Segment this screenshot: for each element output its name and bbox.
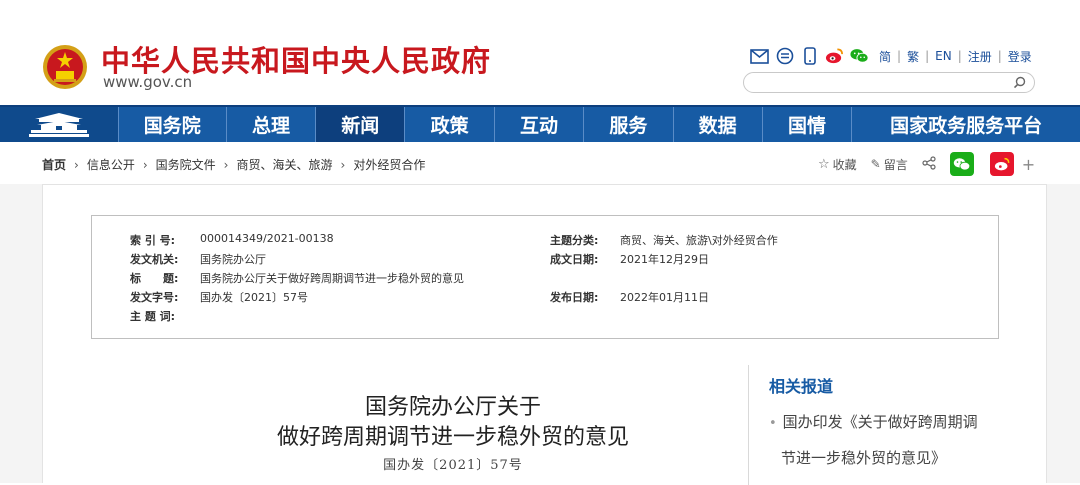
star-icon: ☆ (818, 156, 830, 172)
national-emblem-icon[interactable] (42, 44, 88, 90)
comment-button[interactable]: ✎ 留言 (871, 156, 908, 173)
meta-doc-no-row: 发文字号: 国办发〔2021〕57号 (130, 289, 308, 305)
meta-topic-label: 主题分类: (550, 234, 599, 247)
header-tools: 简 | 繁 | EN | 注册 | 登录 (750, 46, 1032, 66)
search-input[interactable] (743, 72, 1035, 93)
meta-date-written-value: 2021年12月29日 (620, 253, 709, 266)
meta-index-row: 索 引 号: 000014349/2021-00138 (130, 232, 334, 248)
document-metadata-table: 索 引 号: 000014349/2021-00138 主题分类: 商贸、海关、… (91, 215, 999, 339)
mobile-icon[interactable] (800, 47, 819, 66)
document-title: 国务院办公厅关于 做好跨周期调节进一步稳外贸的意见 (203, 393, 703, 453)
language-links: 简 | 繁 | EN | 注册 | 登录 (879, 48, 1032, 65)
link-traditional[interactable]: 繁 (907, 48, 919, 65)
meta-keywords-row: 主 题 词: (130, 308, 200, 324)
link-login[interactable]: 登录 (1008, 48, 1032, 65)
meta-topic-value: 商贸、海关、旅游\对外经贸合作 (620, 234, 778, 247)
article-content: 索 引 号: 000014349/2021-00138 主题分类: 商贸、海关、… (42, 184, 1047, 485)
breadcrumb-trade-customs-tourism[interactable]: 商贸、海关、旅游 (236, 156, 332, 173)
meta-title-row: 标 题: 国务院办公厅关于做好跨周期调节进一步稳外贸的意见 (130, 270, 464, 286)
wechat-share-icon[interactable] (949, 152, 974, 176)
nav-item-services[interactable]: 服务 (583, 107, 672, 142)
meta-issuer-label: 发文机关: (130, 253, 179, 266)
chevron-right-icon: › (74, 157, 79, 172)
breadcrumb-foreign-trade[interactable]: 对外经贸合作 (353, 156, 425, 173)
meta-issuer-value: 国务院办公厅 (200, 253, 266, 266)
nav-item-national-info[interactable]: 国情 (761, 107, 851, 142)
related-reports-title: 相关报道 (769, 377, 834, 396)
meta-doc-no-label: 发文字号: (130, 291, 179, 304)
breadcrumb-state-council-docs[interactable]: 国务院文件 (156, 156, 216, 173)
meta-date-written-label: 成文日期: (550, 253, 599, 266)
nav-item-gov-service-platform[interactable]: 国家政务服务平台 (851, 107, 1080, 142)
breadcrumb-info-disclosure[interactable]: 信息公开 (87, 156, 135, 173)
chevron-right-icon: › (223, 157, 229, 172)
meta-date-written-row: 成文日期: 2021年12月29日 (550, 251, 709, 267)
meta-pub-date-value: 2022年01月11日 (620, 291, 709, 304)
nav-item-state-council[interactable]: 国务院 (117, 107, 226, 142)
meta-doc-no-value: 国办发〔2021〕57号 (200, 291, 308, 304)
wechat-icon[interactable] (850, 47, 869, 66)
breadcrumb-bar: 首页 › 信息公开 › 国务院文件 › 商贸、海关、旅游 › 对外经贸合作 ☆ … (0, 142, 1080, 184)
search-icon[interactable] (1013, 76, 1026, 89)
meta-pub-date-label: 发布日期: (550, 291, 599, 304)
more-share-icon[interactable]: + (1022, 155, 1035, 174)
bullet-icon: • (769, 416, 777, 431)
meta-title-label: 标 题: (130, 272, 179, 285)
mail-icon[interactable] (750, 47, 769, 66)
document-title-line1: 国务院办公厅关于 (364, 395, 541, 420)
meta-pub-date-row: 发布日期: 2022年01月11日 (550, 289, 709, 305)
chevron-right-icon: › (142, 157, 148, 172)
related-reports-panel: 相关报道 • 国办印发《关于做好跨周期调 节进一步稳外贸的意见》 (748, 365, 1008, 485)
favorite-button[interactable]: ☆ 收藏 (818, 156, 857, 173)
nav-item-premier[interactable]: 总理 (225, 107, 315, 142)
meta-topic-row: 主题分类: 商贸、海关、旅游\对外经贸合作 (550, 232, 778, 248)
meta-title-value: 国务院办公厅关于做好跨周期调节进一步稳外贸的意见 (200, 272, 464, 285)
weibo-share-icon[interactable] (989, 152, 1014, 176)
site-url[interactable]: www.gov.cn (103, 73, 192, 91)
chevron-right-icon: › (340, 157, 346, 172)
nav-item-policy[interactable]: 政策 (404, 107, 493, 142)
related-report-link[interactable]: • 国办印发《关于做好跨周期调 节进一步稳外贸的意见》 (769, 405, 999, 475)
link-register[interactable]: 注册 (968, 48, 992, 65)
breadcrumb: 首页 › 信息公开 › 国务院文件 › 商贸、海关、旅游 › 对外经贸合作 (42, 156, 425, 173)
meta-index-label: 索 引 号: (130, 234, 176, 247)
chat-icon[interactable] (775, 47, 794, 66)
nav-item-data[interactable]: 数据 (672, 107, 762, 142)
link-english[interactable]: EN (935, 49, 952, 63)
nav-item-interaction[interactable]: 互动 (493, 107, 583, 142)
pencil-icon: ✎ (870, 157, 881, 171)
share-tools: ☆ 收藏 ✎ 留言 + (818, 152, 1035, 176)
meta-index-value: 000014349/2021-00138 (200, 232, 334, 245)
tiananmen-logo-icon[interactable] (0, 107, 118, 142)
share-icon[interactable] (922, 155, 936, 173)
site-header: 中华人民共和国中央人民政府 www.gov.cn 简 | 繁 | EN | 注册… (0, 0, 1080, 105)
weibo-icon[interactable] (825, 47, 844, 66)
meta-keywords-label: 主 题 词: (130, 310, 176, 323)
meta-issuer-row: 发文机关: 国务院办公厅 (130, 251, 266, 267)
nav-item-news[interactable]: 新闻 (315, 107, 405, 142)
document-number: 国办发〔2021〕57号 (383, 458, 523, 473)
breadcrumb-home[interactable]: 首页 (42, 156, 66, 173)
main-nav: 国务院 总理 新闻 政策 互动 服务 数据 国情 国家政务服务平台 (0, 105, 1080, 142)
link-simplified[interactable]: 简 (879, 48, 891, 65)
document-title-line2: 做好跨周期调节进一步稳外贸的意见 (276, 425, 629, 450)
